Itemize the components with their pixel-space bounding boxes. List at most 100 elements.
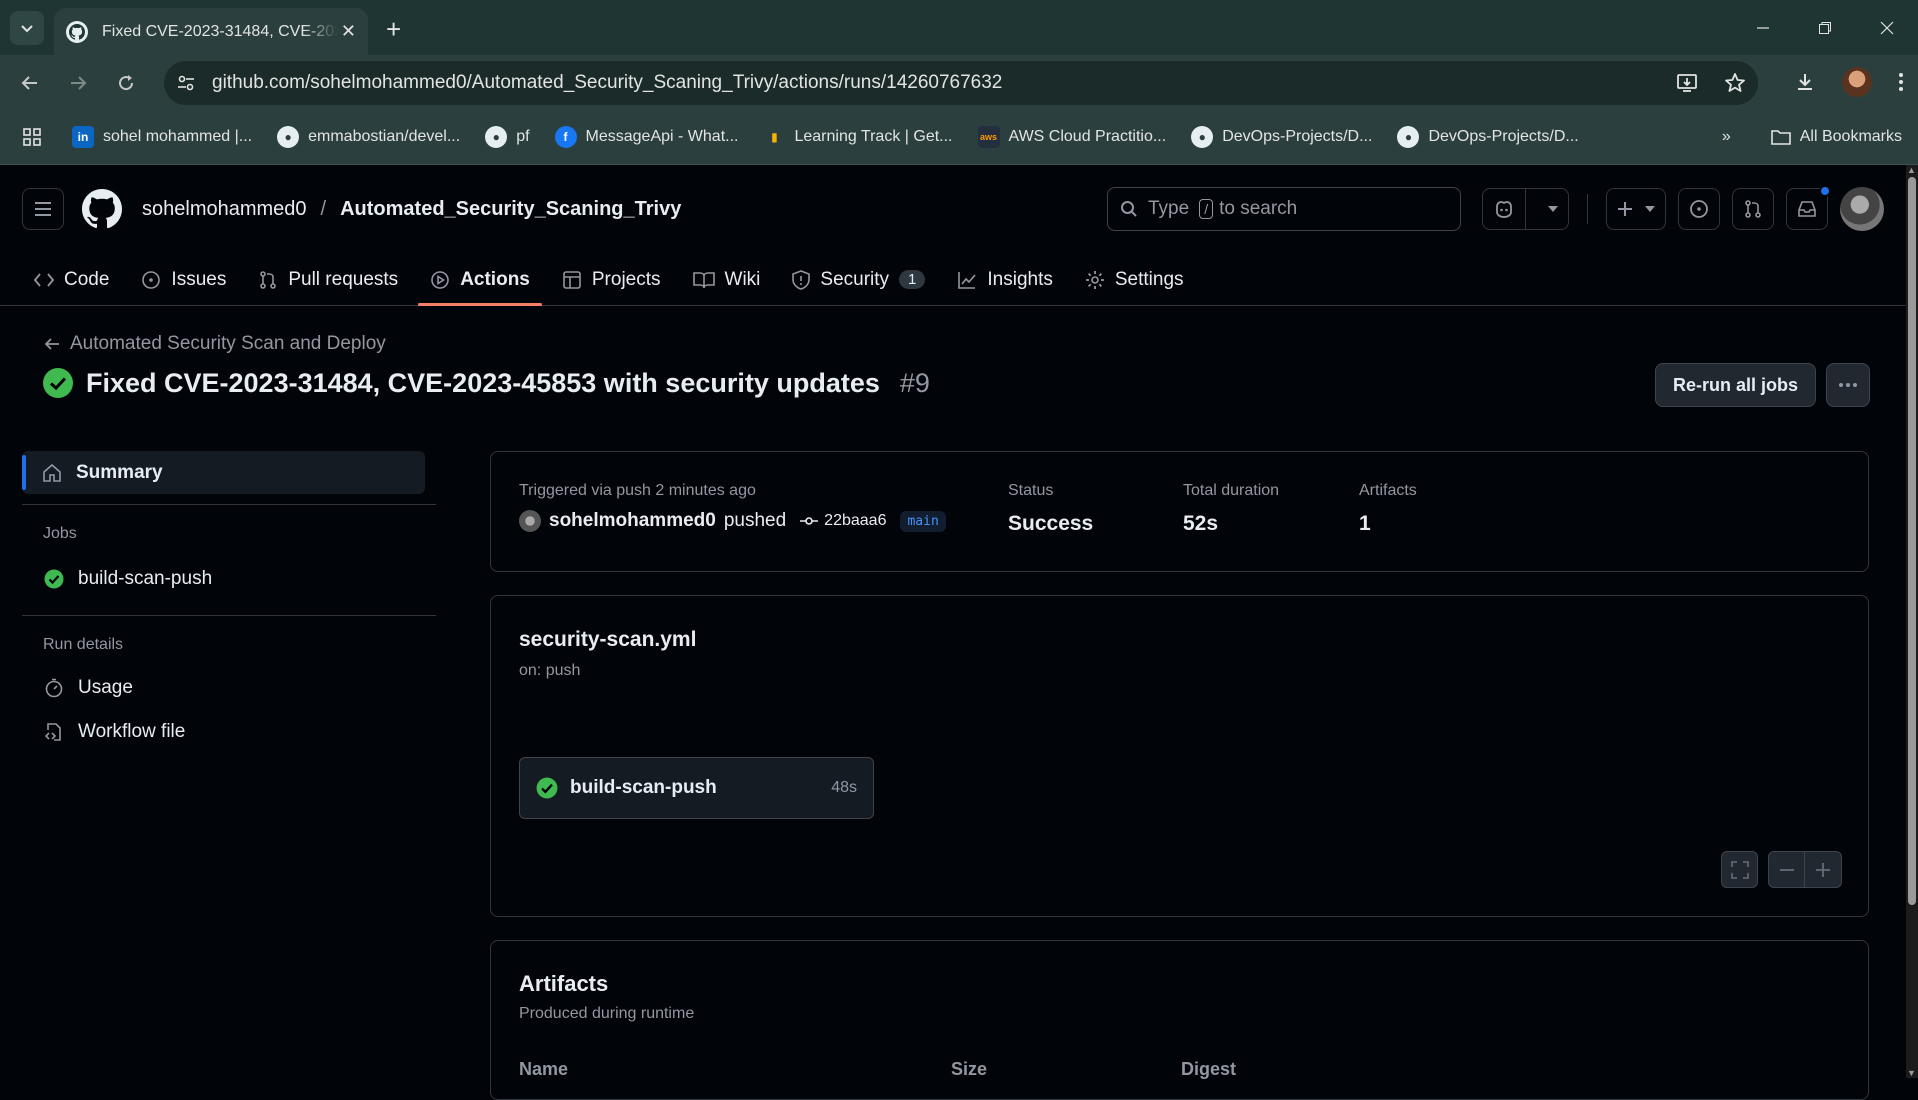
sidebar-item-summary[interactable]: Summary xyxy=(22,451,425,494)
new-tab-button[interactable]: + xyxy=(386,14,401,45)
address-bar[interactable]: github.com/sohelmohammed0/Automated_Secu… xyxy=(164,61,1758,105)
tab-projects[interactable]: Projects xyxy=(550,253,673,306)
create-new-button[interactable] xyxy=(1606,188,1666,230)
tab-close-icon[interactable]: ✕ xyxy=(341,21,356,42)
workflow-trigger: on: push xyxy=(519,662,581,679)
plus-icon xyxy=(1617,201,1633,217)
tab-issues[interactable]: Issues xyxy=(129,253,238,306)
gear-icon xyxy=(1085,270,1105,290)
bookmark-item[interactable]: in sohel mohammed |... xyxy=(72,126,252,148)
tab-actions[interactable]: Actions xyxy=(418,253,542,306)
back-to-workflow-link[interactable]: Automated Security Scan and Deploy xyxy=(44,333,386,355)
search-input[interactable]: Type / to search xyxy=(1107,187,1461,231)
notification-dot xyxy=(1819,185,1831,197)
scroll-down-icon[interactable]: ▼ xyxy=(1907,1068,1916,1078)
sidebar-item-workflow-file[interactable]: Workflow file xyxy=(22,710,436,754)
browser-profile-avatar[interactable] xyxy=(1842,67,1872,97)
tab-security[interactable]: Security 1 xyxy=(780,253,937,306)
rerun-all-jobs-button[interactable]: Re-run all jobs xyxy=(1655,363,1816,407)
sidebar-divider xyxy=(22,615,436,616)
scroll-up-icon[interactable]: ▲ xyxy=(1907,165,1916,175)
table-icon xyxy=(562,270,582,290)
facebook-icon: f xyxy=(554,126,577,148)
code-icon xyxy=(34,272,54,288)
job-card[interactable]: build-scan-push 48s xyxy=(519,757,874,819)
pull-requests-icon[interactable] xyxy=(1732,188,1774,230)
hamburger-menu-icon[interactable] xyxy=(22,188,64,230)
git-pull-request-icon xyxy=(258,270,278,290)
commit-sha-link[interactable]: 22baaa6 xyxy=(800,512,886,530)
scrollbar-thumb[interactable] xyxy=(1908,177,1916,905)
graph-icon xyxy=(957,270,977,290)
github-icon: ● xyxy=(277,126,300,148)
tab-pull-requests[interactable]: Pull requests xyxy=(246,253,410,306)
bookmark-item[interactable]: ● emmabostian/devel... xyxy=(277,126,460,148)
tab-code[interactable]: Code xyxy=(22,253,121,306)
tab-insights[interactable]: Insights xyxy=(945,253,1064,306)
issue-opened-icon xyxy=(141,270,161,290)
artifacts-count-link[interactable]: 1 xyxy=(1359,512,1417,536)
kebab-menu-icon[interactable] xyxy=(1826,363,1870,407)
aws-icon: aws xyxy=(977,126,1000,148)
inbox-icon[interactable] xyxy=(1786,185,1831,230)
arrow-left-icon xyxy=(44,336,60,352)
github-header: sohelmohammed0 / Automated_Security_Scan… xyxy=(0,165,1906,306)
actor-link[interactable]: sohelmohammed0 xyxy=(549,510,716,532)
zoom-in-icon[interactable] xyxy=(1805,851,1842,888)
bookmark-item[interactable]: ● DevOps-Projects/D... xyxy=(1191,126,1372,148)
sidebar-item-usage[interactable]: Usage xyxy=(22,666,436,710)
workflow-graph-box: security-scan.yml on: push build-scan-pu… xyxy=(490,595,1869,917)
copilot-icon[interactable] xyxy=(1483,189,1526,229)
tab-settings[interactable]: Settings xyxy=(1073,253,1196,306)
close-window-button[interactable] xyxy=(1856,0,1918,55)
branch-label[interactable]: main xyxy=(900,510,946,532)
back-arrow-icon[interactable] xyxy=(6,73,54,93)
graph-fullscreen xyxy=(1721,851,1758,888)
minimize-button[interactable] xyxy=(1732,0,1794,55)
folder-icon xyxy=(1770,128,1791,146)
artifacts-info: Artifacts 1 xyxy=(1359,482,1417,536)
all-bookmarks-folder[interactable]: All Bookmarks xyxy=(1770,128,1902,146)
tab-wiki[interactable]: Wiki xyxy=(681,253,773,306)
downloads-icon[interactable] xyxy=(1794,71,1816,93)
github-icon: ● xyxy=(1191,126,1214,148)
restore-button[interactable] xyxy=(1794,0,1856,55)
forward-arrow-icon[interactable] xyxy=(54,73,102,93)
bookmark-item[interactable]: ▮ Learning Track | Get... xyxy=(763,126,952,148)
copilot-button[interactable] xyxy=(1482,188,1569,230)
linkedin-icon: in xyxy=(72,126,94,148)
browser-menu-icon[interactable] xyxy=(1898,71,1904,93)
copilot-dropdown-icon[interactable] xyxy=(1538,206,1568,212)
page-scrollbar[interactable]: ▲ ▼ xyxy=(1906,165,1918,1078)
fullscreen-icon[interactable] xyxy=(1721,851,1758,888)
reload-icon[interactable] xyxy=(102,73,150,93)
bookmark-item[interactable]: f MessageApi - What... xyxy=(554,126,738,148)
breadcrumb-separator: / xyxy=(320,197,327,220)
owner-link[interactable]: sohelmohammed0 xyxy=(142,198,307,221)
bookmark-item[interactable]: aws AWS Cloud Practitio... xyxy=(977,126,1166,148)
more-bookmarks-icon[interactable]: » xyxy=(1722,128,1731,146)
repo-link[interactable]: Automated_Security_Scaning_Trivy xyxy=(340,198,681,221)
actor-avatar[interactable] xyxy=(519,510,541,532)
shield-icon xyxy=(792,269,811,290)
search-suffix: to search xyxy=(1219,198,1298,219)
user-avatar[interactable] xyxy=(1840,187,1884,231)
site-info-icon[interactable] xyxy=(176,73,196,93)
browser-tab-active[interactable]: Fixed CVE-2023-31484, CVE-2023-45853 wit… xyxy=(54,8,368,55)
bookmark-item[interactable]: ● pf xyxy=(485,126,530,148)
workflow-file-name: security-scan.yml xyxy=(519,628,697,651)
github-logo-icon[interactable] xyxy=(82,189,122,229)
issues-icon[interactable] xyxy=(1678,188,1720,230)
install-app-icon[interactable] xyxy=(1676,72,1698,94)
tab-search-button[interactable] xyxy=(10,10,44,45)
artifacts-subtitle: Produced during runtime xyxy=(519,1005,695,1022)
bookmark-item[interactable]: ● DevOps-Projects/D... xyxy=(1397,126,1579,148)
trigger-info: Triggered via push 2 minutes ago sohelmo… xyxy=(519,482,946,532)
zoom-out-icon[interactable] xyxy=(1768,851,1805,888)
apps-grid-icon[interactable] xyxy=(22,127,42,147)
github-favicon-icon xyxy=(66,20,88,43)
sidebar-job-item[interactable]: build-scan-push xyxy=(22,557,436,601)
bookmark-star-icon[interactable] xyxy=(1724,72,1746,94)
window-controls xyxy=(1732,0,1918,55)
push-action: pushed xyxy=(723,510,787,531)
